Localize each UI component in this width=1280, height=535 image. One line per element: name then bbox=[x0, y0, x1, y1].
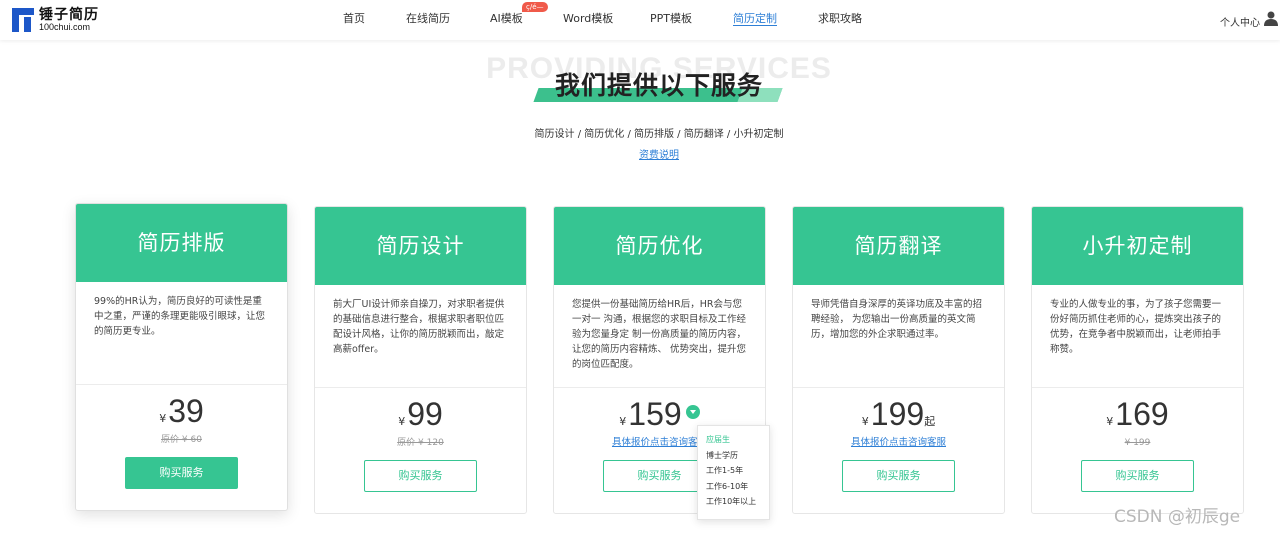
nav-badge: ç/é— bbox=[522, 2, 548, 12]
card-title: 简历翻译 bbox=[793, 207, 1004, 285]
experience-dropdown: 应届生 博士学历 工作1-5年 工作6-10年 工作10年以上 bbox=[697, 425, 770, 520]
card-title: 简历优化 bbox=[554, 207, 765, 285]
card-title: 简历排版 bbox=[76, 204, 287, 282]
watermark: CSDN @初辰ge bbox=[1114, 507, 1241, 527]
currency-symbol: ¥ bbox=[1106, 415, 1114, 428]
service-card-translate: 简历翻译 导师凭借自身深厚的英译功底及丰富的招聘经验， 为您输出一份高质量的英文… bbox=[792, 206, 1005, 514]
user-icon[interactable] bbox=[1264, 10, 1278, 26]
nav-ai-templates[interactable]: AI模板 ç/é— bbox=[490, 0, 563, 40]
nav-word-templates[interactable]: Word模板 bbox=[563, 0, 650, 40]
nav-resume-custom[interactable]: 简历定制 bbox=[733, 0, 818, 40]
price-amount: 159 bbox=[628, 396, 682, 432]
service-card-xiaoshengchu: 小升初定制 专业的人做专业的事，为了孩子您需要一份好简历抓住老师的心，提炼突出孩… bbox=[1031, 206, 1244, 514]
dropdown-option[interactable]: 应届生 bbox=[698, 432, 769, 448]
logo-text-en: 100chui.com bbox=[39, 22, 91, 32]
price-amount: 99 bbox=[407, 396, 443, 432]
service-card-design: 简历设计 前大厂UI设计师亲自操刀，对求职者提供的基础信息进行整合，根据求职者职… bbox=[314, 206, 527, 514]
dropdown-option[interactable]: 工作10年以上 bbox=[698, 494, 769, 510]
page-subtitle: 简历设计 / 简历优化 / 简历排版 / 简历翻译 / 小升初定制 bbox=[534, 129, 784, 140]
price-amount: 199 bbox=[870, 396, 925, 432]
price: ¥169 bbox=[1032, 396, 1243, 436]
currency-symbol: ¥ bbox=[861, 415, 869, 428]
buy-button[interactable]: 购买服务 bbox=[364, 460, 477, 492]
consult-link[interactable]: 具体报价点击咨询客服 bbox=[793, 436, 1004, 450]
currency-symbol: ¥ bbox=[398, 415, 406, 428]
chevron-down-icon[interactable] bbox=[685, 405, 700, 419]
card-description: 导师凭借自身深厚的英译功底及丰富的招聘经验， 为您输出一份高质量的英文简历，增加… bbox=[811, 299, 983, 340]
site-header: 锤子简历 100chui.com 首页 在线简历 AI模板 ç/é— Word模… bbox=[0, 0, 1280, 40]
card-description: 专业的人做专业的事，为了孩子您需要一份好简历抓住老师的心，提炼突出孩子的优势，在… bbox=[1050, 299, 1222, 355]
fee-info-link[interactable]: 资费说明 bbox=[0, 146, 1280, 161]
buy-button[interactable]: 购买服务 bbox=[1081, 460, 1194, 492]
original-price: 原价 ¥ 120 bbox=[397, 438, 444, 448]
original-price: ¥ 199 bbox=[1124, 438, 1151, 448]
nav-ai-templates-label: AI模板 bbox=[490, 12, 523, 25]
buy-button[interactable]: 购买服务 bbox=[125, 457, 238, 489]
price-amount: 169 bbox=[1115, 396, 1169, 432]
currency-symbol: ¥ bbox=[159, 412, 167, 425]
price-suffix: 起 bbox=[924, 415, 936, 428]
dropdown-option[interactable]: 博士学历 bbox=[698, 448, 769, 464]
nav-ppt-templates[interactable]: PPT模板 bbox=[650, 0, 733, 40]
currency-symbol: ¥ bbox=[619, 415, 627, 428]
nav-home[interactable]: 首页 bbox=[343, 0, 406, 40]
price-amount: 39 bbox=[168, 393, 204, 429]
logo-icon bbox=[12, 8, 34, 32]
service-card-layout: 简历排版 99%的HR认为，简历良好的可读性是重中之重，严谨的条理更能吸引眼球，… bbox=[75, 203, 288, 511]
card-description: 99%的HR认为，简历良好的可读性是重中之重，严谨的条理更能吸引眼球，让您的简历… bbox=[94, 296, 266, 337]
logo-text-cn: 锤子简历 bbox=[39, 7, 99, 23]
original-price: 原价 ¥ 60 bbox=[161, 435, 202, 445]
card-description: 您提供一份基础简历给HR后，HR会与您一对一 沟通，根据您的求职目标及工作经验为… bbox=[572, 299, 747, 370]
price: ¥199起 bbox=[793, 396, 1004, 436]
dropdown-option[interactable]: 工作1-5年 bbox=[698, 463, 769, 479]
buy-button[interactable]: 购买服务 bbox=[842, 460, 955, 492]
dropdown-option[interactable]: 工作6-10年 bbox=[698, 479, 769, 495]
price: ¥99 bbox=[315, 396, 526, 436]
logo[interactable]: 锤子简历 100chui.com bbox=[12, 8, 99, 32]
card-title: 小升初定制 bbox=[1032, 207, 1243, 285]
nav-online-resume[interactable]: 在线简历 bbox=[406, 0, 490, 40]
main-nav: 首页 在线简历 AI模板 ç/é— Word模板 PPT模板 简历定制 求职攻略 bbox=[330, 0, 888, 40]
nav-job-guide[interactable]: 求职攻略 bbox=[818, 0, 888, 40]
card-description: 前大厂UI设计师亲自操刀，对求职者提供的基础信息进行整合，根据求职者职位匹配设计… bbox=[333, 299, 505, 355]
price: ¥39 bbox=[76, 393, 287, 433]
user-center-link[interactable]: 个人中心 bbox=[1220, 14, 1260, 29]
page-title: 我们提供以下服务 bbox=[554, 71, 763, 100]
card-title: 简历设计 bbox=[315, 207, 526, 285]
